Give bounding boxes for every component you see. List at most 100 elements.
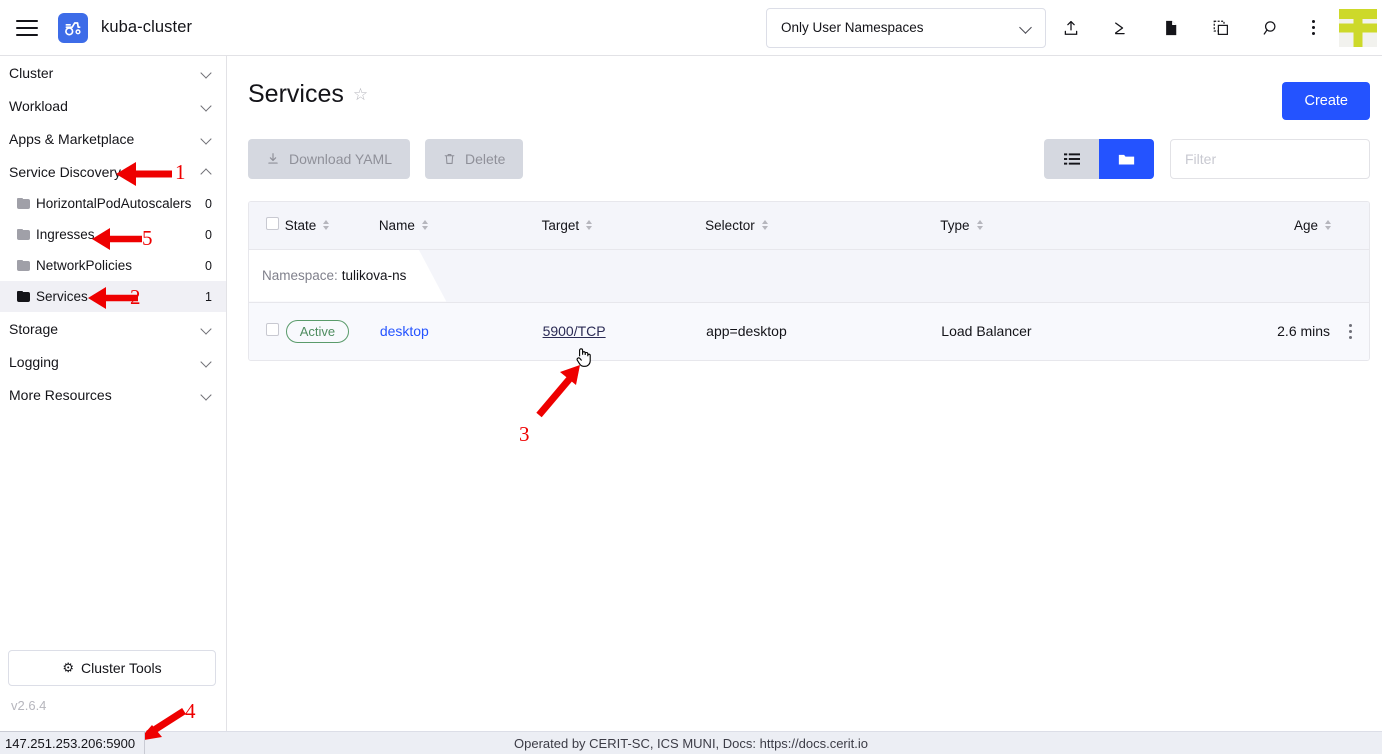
sidebar-group-label: Logging bbox=[9, 354, 201, 370]
download-icon bbox=[266, 152, 280, 166]
tractor-icon[interactable] bbox=[58, 13, 88, 43]
chevron-down-icon bbox=[201, 100, 212, 111]
sort-icon bbox=[422, 220, 428, 230]
sidebar-group-cluster[interactable]: Cluster bbox=[0, 56, 226, 89]
column-header-state[interactable]: State bbox=[285, 202, 379, 249]
sidebar-item-label: Ingresses bbox=[36, 227, 205, 242]
select-all-checkbox[interactable] bbox=[266, 217, 279, 230]
folder-icon bbox=[17, 198, 30, 209]
service-name-link[interactable]: desktop bbox=[380, 323, 429, 339]
shell-icon[interactable] bbox=[1096, 0, 1146, 56]
cerit-sc-logo bbox=[1338, 8, 1378, 48]
column-label: Target bbox=[542, 218, 580, 233]
copy-icon[interactable] bbox=[1196, 0, 1246, 56]
sort-icon bbox=[323, 220, 329, 230]
sidebar-item-horizontalpodautoscalers[interactable]: HorizontalPodAutoscalers 0 bbox=[0, 188, 226, 219]
gear-icon: ⚙ bbox=[62, 660, 74, 676]
column-header-actions bbox=[1331, 202, 1369, 249]
sidebar-group-apps-marketplace[interactable]: Apps & Marketplace bbox=[0, 122, 226, 155]
column-header-target[interactable]: Target bbox=[542, 202, 706, 249]
column-label: Name bbox=[379, 218, 415, 233]
status-bar-url: 147.251.253.206:5900 bbox=[0, 731, 145, 754]
namespace-filter-value: Only User Namespaces bbox=[781, 20, 1021, 35]
flat-list-view-button[interactable] bbox=[1044, 139, 1099, 179]
sidebar-group-workload[interactable]: Workload bbox=[0, 89, 226, 122]
sidebar-item-label: NetworkPolicies bbox=[36, 258, 205, 273]
delete-label: Delete bbox=[465, 151, 505, 167]
sidebar-group-more-resources[interactable]: More Resources bbox=[0, 378, 226, 411]
sidebar-group-label: Apps & Marketplace bbox=[9, 131, 201, 147]
download-yaml-button[interactable]: Download YAML bbox=[248, 139, 410, 179]
grouped-view-button[interactable] bbox=[1099, 139, 1154, 179]
sidebar-item-count: 0 bbox=[205, 228, 212, 242]
sidebar-group-label: Service Discovery bbox=[9, 164, 201, 180]
sidebar-item-services[interactable]: Services 1 bbox=[0, 281, 226, 312]
column-header-type[interactable]: Type bbox=[940, 202, 1244, 249]
trash-icon bbox=[443, 152, 456, 166]
download-yaml-label: Download YAML bbox=[289, 151, 392, 167]
cell-age: 2.6 mins bbox=[1244, 302, 1331, 360]
sidebar-group-label: Storage bbox=[9, 321, 201, 337]
column-label: Age bbox=[1294, 218, 1318, 233]
cell-state: Active bbox=[285, 302, 379, 360]
chevron-up-icon bbox=[201, 166, 212, 177]
version-label: v2.6.4 bbox=[11, 698, 46, 713]
upload-icon[interactable] bbox=[1046, 0, 1096, 56]
cluster-tools-container: ⚙ Cluster Tools bbox=[8, 650, 216, 686]
namespace-group-header[interactable]: Namespace: tulikova-ns bbox=[249, 250, 446, 302]
action-toolbar: Download YAML Delete bbox=[228, 120, 1382, 179]
column-label: Type bbox=[940, 218, 969, 233]
view-mode-toggle bbox=[1044, 139, 1154, 179]
sidebar-group-storage[interactable]: Storage bbox=[0, 312, 226, 345]
cell-selector: app=desktop bbox=[705, 302, 940, 360]
namespace-group-key: Namespace: bbox=[262, 268, 338, 283]
top-navigation-bar: kuba-cluster Only User Namespaces bbox=[0, 0, 1382, 56]
filter-input[interactable] bbox=[1170, 139, 1370, 179]
cluster-tools-button[interactable]: ⚙ Cluster Tools bbox=[8, 650, 216, 686]
star-icon[interactable]: ☆ bbox=[353, 85, 368, 105]
cluster-name-label[interactable]: kuba-cluster bbox=[101, 18, 192, 37]
file-icon[interactable] bbox=[1146, 0, 1196, 56]
cell-name: desktop bbox=[379, 302, 542, 360]
delete-button[interactable]: Delete bbox=[425, 139, 523, 179]
sidebar-item-networkpolicies[interactable]: NetworkPolicies 0 bbox=[0, 250, 226, 281]
create-button[interactable]: Create bbox=[1282, 82, 1370, 120]
sidebar-group-logging[interactable]: Logging bbox=[0, 345, 226, 378]
kebab-menu-icon[interactable] bbox=[1296, 0, 1330, 56]
chevron-down-icon bbox=[201, 389, 212, 400]
column-header-age[interactable]: Age bbox=[1244, 202, 1331, 249]
namespace-filter-select[interactable]: Only User Namespaces bbox=[766, 8, 1046, 48]
sort-icon bbox=[762, 220, 768, 230]
sort-icon bbox=[1325, 220, 1331, 230]
chevron-down-icon bbox=[201, 356, 212, 367]
cell-row-actions bbox=[1331, 302, 1369, 360]
row-checkbox[interactable] bbox=[266, 323, 279, 336]
search-icon[interactable] bbox=[1246, 0, 1296, 56]
chevron-down-icon bbox=[201, 67, 212, 78]
column-header-name[interactable]: Name bbox=[379, 202, 542, 249]
cell-target: 5900/TCP bbox=[542, 302, 706, 360]
folder-icon bbox=[17, 229, 30, 240]
row-kebab-menu-icon[interactable] bbox=[1332, 324, 1368, 339]
sidebar-navigation: Cluster Workload Apps & Marketplace Serv… bbox=[0, 56, 227, 731]
select-all-header bbox=[249, 202, 285, 249]
hamburger-icon[interactable] bbox=[16, 20, 38, 36]
sidebar-group-label: Cluster bbox=[9, 65, 201, 81]
table-row[interactable]: Active desktop 5900/TCP app=desktop Load… bbox=[249, 302, 1369, 360]
folder-icon bbox=[17, 260, 30, 271]
sidebar-item-ingresses[interactable]: Ingresses 0 bbox=[0, 219, 226, 250]
chevron-down-icon bbox=[201, 323, 212, 334]
page-title: Services bbox=[248, 82, 344, 107]
page-header: Services ☆ Create bbox=[228, 56, 1382, 120]
service-target-link[interactable]: 5900/TCP bbox=[543, 323, 606, 339]
sidebar-item-label: Services bbox=[36, 289, 205, 304]
main-content: Services ☆ Create Download YAML bbox=[228, 56, 1382, 731]
sidebar-item-label: HorizontalPodAutoscalers bbox=[36, 196, 205, 211]
column-header-selector[interactable]: Selector bbox=[705, 202, 940, 249]
namespace-group-row: Namespace: tulikova-ns bbox=[249, 249, 1369, 302]
row-select-cell bbox=[249, 302, 285, 360]
sidebar-group-service-discovery[interactable]: Service Discovery bbox=[0, 155, 226, 188]
chevron-down-icon bbox=[1021, 22, 1033, 34]
chevron-down-icon bbox=[201, 133, 212, 144]
column-label: State bbox=[285, 218, 317, 233]
